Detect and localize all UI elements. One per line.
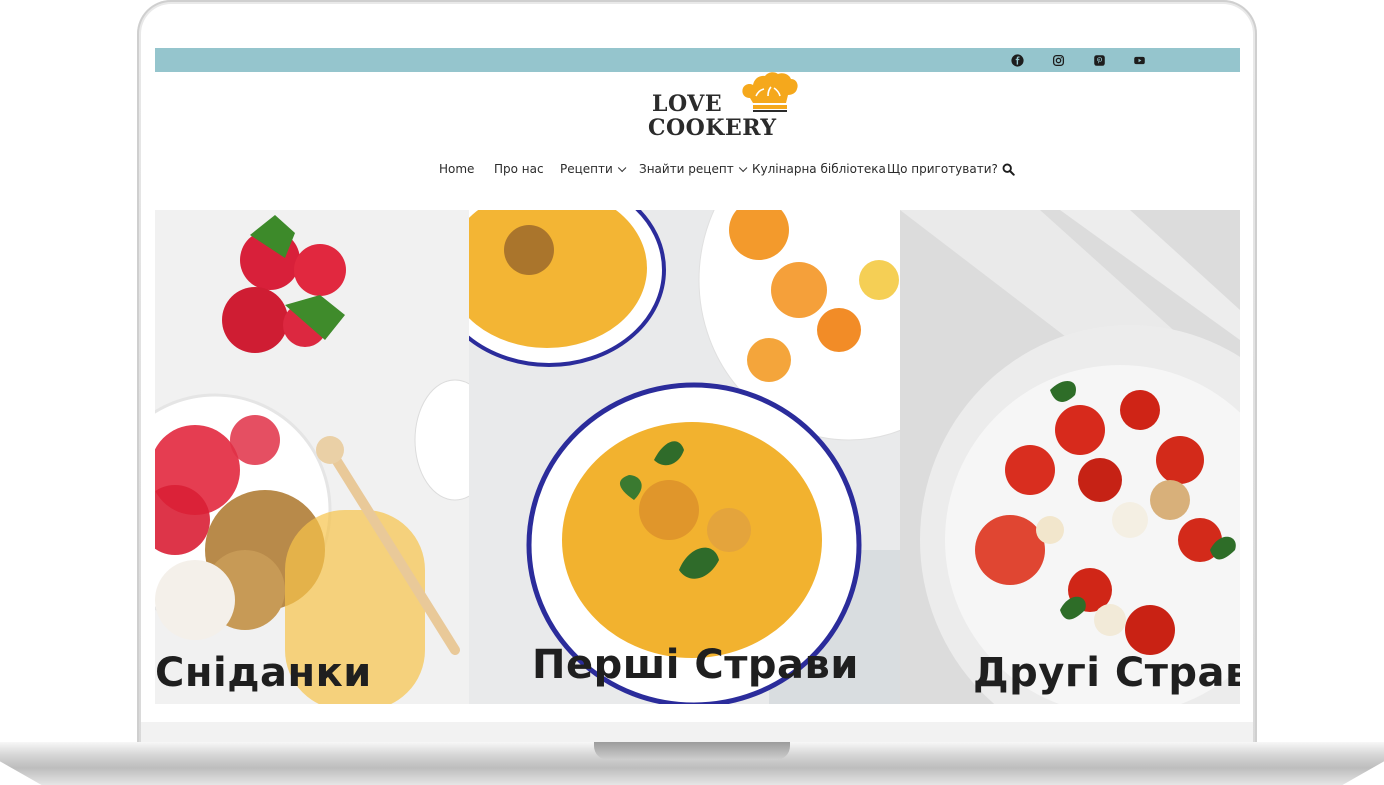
search-icon[interactable] [1002,163,1016,177]
salad-image [900,210,1240,704]
laptop-notch [594,742,790,760]
nav-library[interactable]: Кулінарна бібліотека [752,162,886,176]
nav-library-label: Кулінарна бібліотека [752,162,886,176]
chevron-down-icon [617,163,627,173]
nav-find-recipe-label: Знайти рецепт [639,162,734,176]
soup-image [469,210,900,704]
youtube-icon[interactable] [1132,53,1146,67]
screen-chin [141,722,1253,744]
category-title-main-courses: Другі Страви [973,650,1240,696]
category-card-breakfast[interactable]: Сніданки [155,210,469,704]
nav-what-to-cook[interactable]: Що приготувати? [887,162,998,176]
logo-line2: COOKERY [648,115,777,141]
nav-find-recipe[interactable]: Знайти рецепт [639,162,748,176]
category-title-breakfast: Сніданки [155,650,372,696]
site-logo[interactable]: LOVE COOKERY [648,72,808,142]
breakfast-image [155,210,469,704]
nav-home-label: Home [439,162,475,176]
logo-wordmark: LOVE COOKERY [648,92,777,140]
facebook-icon[interactable] [1010,53,1024,67]
category-title-first-courses: Перші Страви [532,642,859,688]
instagram-icon[interactable] [1051,53,1065,67]
pinterest-icon[interactable] [1092,53,1106,67]
main-nav: Home Про нас Рецепти Знайти рецепт Кулін… [155,162,1240,182]
category-cards: Сніданки Перші Страви Другі Страв [155,210,1240,704]
category-card-first-courses[interactable]: Перші Страви [469,210,900,704]
nav-recipes-label: Рецепти [560,162,613,176]
nav-recipes[interactable]: Рецепти [560,162,627,176]
nav-home[interactable]: Home [439,162,474,176]
chevron-down-icon [738,163,748,173]
website-screen: LOVE COOKERY Home Про нас Рецепти Знайти… [155,48,1240,704]
top-bar [155,48,1240,72]
nav-about-label: Про нас [494,162,544,176]
category-card-main-courses[interactable]: Другі Страви [900,210,1240,704]
nav-about[interactable]: Про нас [494,162,544,176]
nav-what-to-cook-label: Що приготувати? [887,162,998,176]
logo-line1: LOVE [652,91,723,117]
